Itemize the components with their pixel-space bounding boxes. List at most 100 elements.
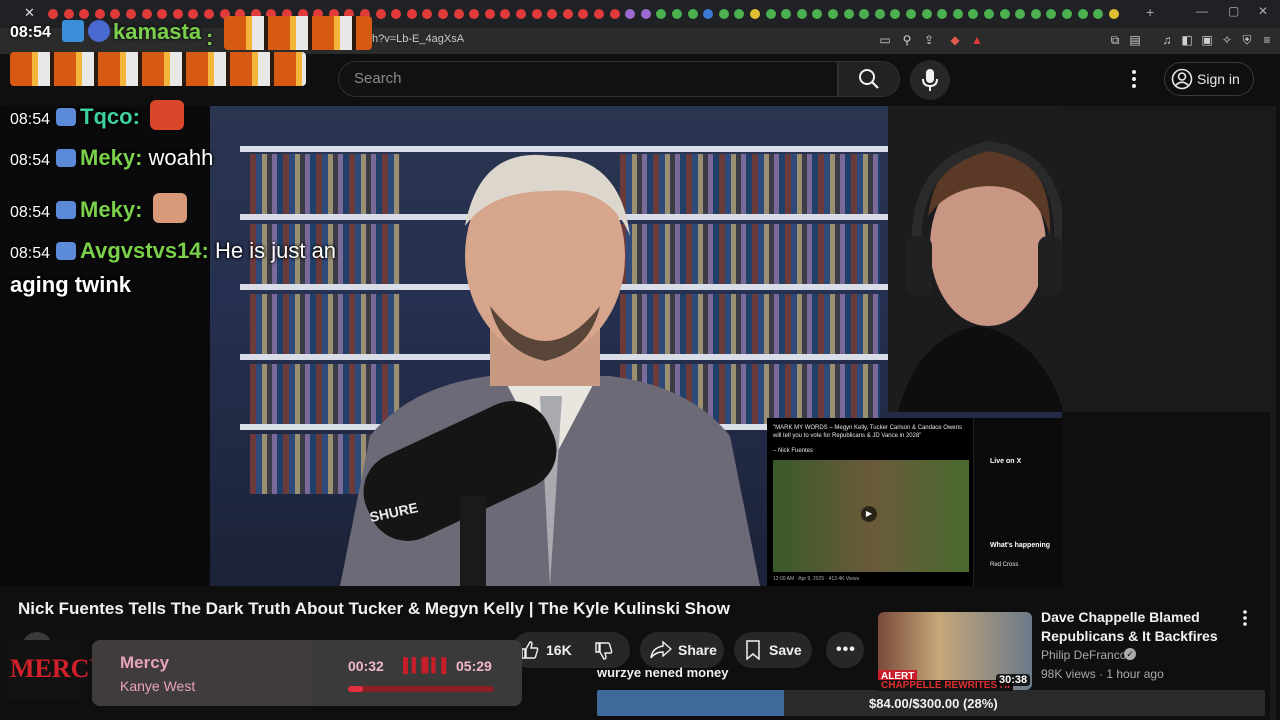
browser-tab-favicon[interactable]: [594, 9, 604, 19]
chat-colon: :: [132, 104, 147, 129]
browser-menu-icon[interactable]: ≡: [1260, 33, 1274, 47]
browser-tab-favicon[interactable]: [890, 9, 901, 19]
recommended-thumbnail[interactable]: ALERT CHAPPELLE REWRITES HI 30:38: [878, 612, 1032, 691]
minimize-icon[interactable]: —: [1196, 4, 1208, 18]
search-input[interactable]: [338, 61, 838, 97]
settings-menu-icon[interactable]: [1126, 66, 1142, 92]
sidebar-toggle-icon[interactable]: ▤: [1128, 33, 1142, 47]
browser-tab-favicon[interactable]: [921, 9, 932, 19]
browser-tab-favicon[interactable]: [968, 9, 979, 19]
share-label: Share: [678, 642, 717, 658]
browser-tab-favicon[interactable]: [94, 9, 105, 19]
browser-tab-favicon[interactable]: [188, 9, 199, 19]
browser-tab-favicon[interactable]: [63, 9, 74, 19]
dislike-button[interactable]: [594, 641, 614, 666]
new-tab-icon[interactable]: +: [1146, 4, 1154, 20]
browser-tab-favicon[interactable]: [625, 9, 636, 19]
browser-tab-favicon[interactable]: [734, 9, 745, 19]
browser-tab-favicon[interactable]: [422, 9, 433, 19]
browser-tab-favicon[interactable]: [204, 9, 214, 19]
recommended-title-line-2[interactable]: Republicans & It Backfires: [1041, 628, 1218, 644]
chat-text: woahh: [148, 145, 214, 170]
podcast-microphone: SHURE: [363, 401, 557, 586]
browser-tab-favicon[interactable]: [48, 9, 58, 19]
recommended-menu-icon[interactable]: [1240, 608, 1250, 633]
recommended-title-line-1[interactable]: Dave Chappelle Blamed: [1041, 609, 1200, 625]
close-window-icon[interactable]: ✕: [1258, 4, 1268, 18]
browser-tab-favicon[interactable]: [391, 9, 402, 19]
x-sidebar: Live on X What's happening Red Cross: [973, 418, 1062, 586]
browser-tab-favicon[interactable]: [999, 9, 1010, 19]
browser-tab-favicon[interactable]: [531, 9, 542, 19]
wallet-icon[interactable]: ▣: [1200, 33, 1214, 47]
chat-text: He is just an: [214, 238, 337, 263]
browser-tab-favicon[interactable]: [672, 9, 682, 19]
browser-tab-favicon[interactable]: [1093, 9, 1104, 19]
extensions-icon[interactable]: ⧉: [1108, 33, 1122, 47]
browser-tab-favicon[interactable]: [656, 9, 667, 19]
zoom-icon[interactable]: ⚲: [900, 33, 914, 47]
browser-tab-favicon[interactable]: [984, 9, 994, 19]
browser-tab-favicon[interactable]: [375, 9, 386, 19]
browser-tab-favicon[interactable]: [547, 9, 558, 19]
browser-tab-favicon[interactable]: [172, 9, 183, 19]
browser-tab-favicon[interactable]: [828, 9, 838, 19]
browser-tab-favicon[interactable]: [484, 9, 495, 19]
browser-tab-favicon[interactable]: [438, 9, 448, 19]
browser-tab-favicon[interactable]: [906, 9, 916, 19]
browser-tab-favicon[interactable]: [843, 9, 854, 19]
browser-tab-favicon[interactable]: [718, 9, 729, 19]
browser-tab-favicon[interactable]: [640, 9, 651, 19]
browser-tab-favicon[interactable]: [406, 9, 417, 19]
page-scrollbar[interactable]: [1270, 106, 1276, 720]
maximize-icon[interactable]: ▢: [1228, 4, 1239, 18]
url-text[interactable]: h?v=Lb-E_4agXsA: [372, 33, 464, 45]
browser-tab-favicon[interactable]: [765, 9, 776, 19]
browser-tab-favicon[interactable]: [750, 9, 760, 19]
browser-tab-favicon[interactable]: [874, 9, 885, 19]
vpn-icon[interactable]: ⛨: [1240, 33, 1254, 47]
browser-tab-favicon[interactable]: [703, 9, 714, 19]
browser-tab-favicon[interactable]: [1015, 9, 1026, 19]
browser-tab-favicon[interactable]: [126, 9, 136, 19]
browser-tab-favicon[interactable]: [1046, 9, 1057, 19]
browser-tab-favicon[interactable]: [516, 9, 526, 19]
browser-tab-favicon[interactable]: [562, 9, 573, 19]
video-player[interactable]: SHURE "MARK MY WORDS – Megyn Kelly, Tuck…: [0, 106, 1062, 586]
browser-tab-favicon[interactable]: [141, 9, 152, 19]
browser-tab-favicon[interactable]: [469, 9, 480, 19]
browser-tab-favicon[interactable]: [812, 9, 823, 19]
brave-shield-icon[interactable]: ◆: [948, 33, 962, 47]
browser-tab-favicon[interactable]: [1062, 9, 1072, 19]
browser-tab-favicon[interactable]: [500, 9, 511, 19]
browser-tab-favicon[interactable]: [1030, 9, 1041, 19]
close-tab-icon[interactable]: ✕: [24, 5, 35, 21]
browser-tab-favicon[interactable]: [687, 9, 698, 19]
rewards-icon[interactable]: ▲: [970, 33, 984, 47]
browser-tab-favicon[interactable]: [79, 9, 90, 19]
split-view-icon[interactable]: ◧: [1180, 33, 1194, 47]
recommended-channel[interactable]: Philip DeFranco: [1041, 648, 1126, 662]
media-icon[interactable]: ♫: [1160, 33, 1174, 47]
browser-tab-favicon[interactable]: [1077, 9, 1088, 19]
browser-tab-favicon[interactable]: [796, 9, 807, 19]
browser-tab-favicon[interactable]: [952, 9, 963, 19]
browser-tab-favicon[interactable]: [157, 9, 168, 19]
browser-tab-favicon[interactable]: [937, 9, 948, 19]
leo-icon[interactable]: ✧: [1220, 33, 1234, 47]
chat-username: kamasta: [113, 19, 202, 44]
browser-tab-favicon[interactable]: [453, 9, 464, 19]
browser-tab-favicon[interactable]: [1108, 9, 1119, 19]
like-button[interactable]: [520, 640, 540, 665]
voice-search-button[interactable]: [910, 60, 950, 100]
browser-tab-favicon[interactable]: [578, 9, 589, 19]
screen-icon[interactable]: ▭: [878, 33, 892, 47]
streamer-webcam: [888, 106, 1062, 412]
search-placeholder: Search: [354, 70, 402, 87]
browser-tab-favicon[interactable]: [609, 9, 620, 19]
search-button[interactable]: [838, 61, 900, 97]
browser-tab-favicon[interactable]: [110, 9, 121, 19]
browser-tab-favicon[interactable]: [859, 9, 870, 19]
browser-tab-favicon[interactable]: [781, 9, 792, 19]
share-page-icon[interactable]: ⇪: [922, 33, 936, 47]
